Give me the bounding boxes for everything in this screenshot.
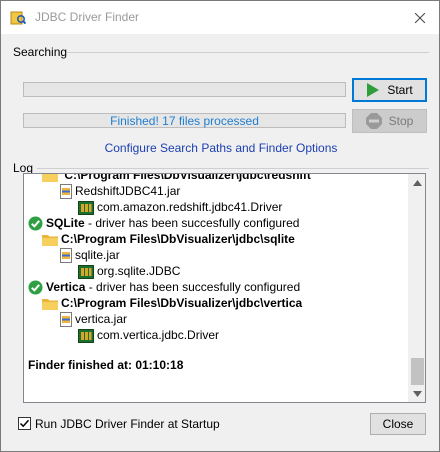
status-progress-text: Finished! 17 files processed	[110, 114, 259, 128]
log-panel[interactable]: C:\Program Files\DbVisualizer\jdbc\redsh…	[23, 173, 426, 403]
folder-icon	[42, 174, 58, 183]
app-search-icon	[10, 11, 26, 25]
close-button-label: Close	[382, 417, 414, 431]
log-jar-text: vertica.jar	[75, 312, 128, 326]
title-bar: JDBC Driver Finder	[1, 1, 439, 34]
play-icon	[367, 83, 380, 97]
chevron-down-icon	[413, 390, 422, 397]
log-driver-name: Vertica	[46, 280, 86, 294]
window-close-button[interactable]	[405, 5, 435, 30]
log-driver-name: SQLite	[46, 216, 85, 230]
log-folder-text: C:\Program Files\DbVisualizer\jdbc\verti…	[61, 296, 303, 310]
scroll-thumb[interactable]	[411, 358, 424, 385]
status-progress-bar: Finished! 17 files processed	[23, 113, 346, 128]
check-icon	[19, 419, 30, 428]
chevron-up-icon	[413, 179, 422, 186]
start-button-label: Start	[387, 83, 413, 97]
log-driver-text: com.amazon.redshift.jdbc41.Driver	[97, 200, 283, 214]
scroll-down-arrow[interactable]	[409, 385, 425, 402]
log-line-driver: com.amazon.redshift.jdbc41.Driver	[78, 199, 282, 216]
log-line-ok: SQLite - driver has been succesfully con…	[28, 215, 299, 232]
log-folder-path: C:\Program Files\DbVisualizer\jdbc\redsh…	[64, 173, 311, 182]
run-at-startup-label: Run JDBC Driver Finder at Startup	[35, 417, 220, 431]
searching-section-label: Searching	[13, 45, 68, 59]
searching-separator	[67, 52, 429, 53]
driver-chip-icon	[78, 200, 94, 215]
folder-icon	[42, 235, 58, 247]
stop-button[interactable]: Stop	[352, 109, 427, 133]
driver-chip-icon	[78, 328, 94, 343]
run-at-startup-checkbox[interactable]	[18, 417, 31, 430]
check-circle-icon	[28, 216, 43, 231]
log-line-jar: RedshiftJDBC41.jar	[60, 183, 180, 200]
jar-file-icon	[60, 312, 72, 328]
driver-chip-icon	[78, 264, 94, 279]
jar-file-icon	[60, 184, 72, 200]
jdbc-driver-finder-window: JDBC Driver Finder Searching Start Finis…	[0, 0, 440, 452]
log-driver-text: com.vertica.jdbc.Driver	[97, 328, 220, 342]
stop-button-label: Stop	[388, 114, 414, 128]
folder-icon	[42, 299, 58, 311]
log-line-ok: Vertica - driver has been succesfully co…	[28, 279, 300, 296]
stop-icon	[365, 113, 382, 129]
log-line-driver: org.sqlite.JDBC	[78, 263, 180, 280]
search-progress-bar	[23, 82, 346, 97]
log-line-folder: C:\Program Files\DbVisualizer\jdbc\verti…	[42, 295, 302, 312]
close-icon	[415, 12, 425, 23]
log-status-text: - driver has been succesfully configured	[85, 280, 301, 294]
close-button[interactable]: Close	[370, 413, 426, 435]
window-title: JDBC Driver Finder	[35, 10, 140, 24]
log-finished-line: Finder finished at: 01:10:18	[28, 358, 184, 372]
log-line-jar: sqlite.jar	[60, 247, 120, 264]
log-jar-text: sqlite.jar	[75, 248, 120, 262]
log-scrollbar[interactable]	[408, 174, 425, 402]
log-line-folder: C:\Program Files\DbVisualizer\jdbc\sqlit…	[42, 231, 295, 248]
configure-options-link[interactable]: Configure Search Paths and Finder Option…	[1, 141, 440, 155]
check-circle-icon	[28, 280, 43, 295]
log-driver-text: org.sqlite.JDBC	[97, 264, 181, 278]
start-button[interactable]: Start	[352, 78, 427, 102]
log-jar-text: RedshiftJDBC41.jar	[75, 184, 181, 198]
log-status-text: - driver has been succesfully configured	[84, 216, 300, 230]
log-separator	[37, 168, 429, 169]
log-folder-text: C:\Program Files\DbVisualizer\jdbc\sqlit…	[61, 232, 295, 246]
jar-file-icon	[60, 248, 72, 264]
log-line-jar: vertica.jar	[60, 311, 127, 328]
log-line-driver: com.vertica.jdbc.Driver	[78, 327, 219, 344]
scroll-up-arrow[interactable]	[409, 174, 425, 191]
